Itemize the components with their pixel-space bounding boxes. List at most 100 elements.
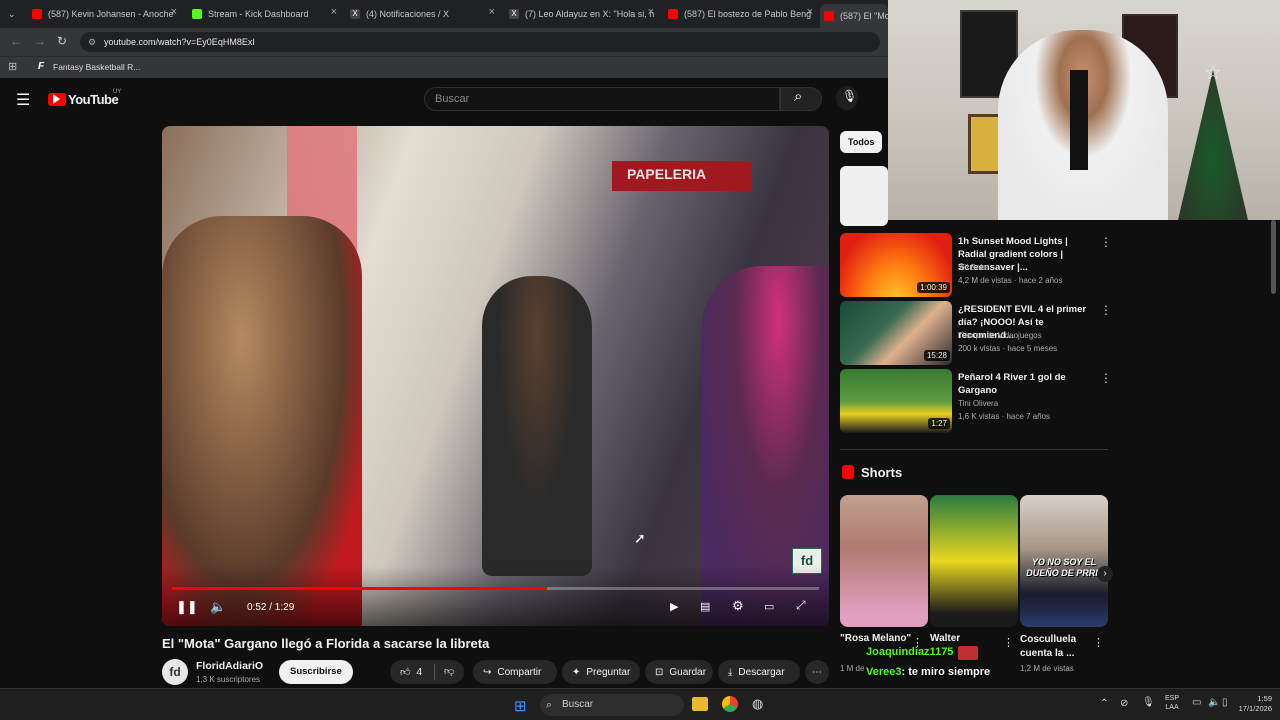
share-icon: ↪ [483,666,492,678]
more-vertical-icon[interactable]: ⋮ [1100,371,1112,385]
browser-tab-6-active[interactable]: (587) El "Mot [820,4,888,28]
more-horizontal-icon: ⋯ [812,666,822,678]
ask-button[interactable]: ✦ Preguntar [562,660,640,684]
app-icon[interactable]: ◍ [752,696,763,712]
save-button[interactable]: ⊡ Guardar [645,660,713,684]
download-button[interactable]: ⤓ Descargar [718,660,800,684]
video-frame-person-center [482,276,592,576]
christmas-tree [1178,70,1248,220]
like-dislike-group: 👍︎ 4 👎︎ [390,660,464,684]
channel-name[interactable]: FloridAdiariO [196,660,263,672]
browser-tab-2[interactable]: Stream - Kick Dashboard × [192,4,337,24]
microphone-icon: 🎙 [842,89,858,103]
browser-tab-3[interactable]: X (4) Notificaciones / X × [350,4,495,24]
pause-icon[interactable]: ❚❚ [176,599,198,615]
chrome-icon[interactable] [722,696,738,712]
shorts-next-button[interactable]: › [1097,566,1113,582]
chip-todos[interactable]: Todos [840,131,883,153]
forward-icon[interactable]: → [34,34,46,48]
time-display: 0:52 / 1:29 [247,602,295,613]
video-frame-papeleria: PAPELERIA [627,166,707,182]
more-actions-button[interactable]: ⋯ [805,660,829,684]
apps-grid-icon[interactable]: ⊞ [8,60,17,73]
settings-icon[interactable]: ⚙ [732,598,744,614]
close-tab-icon[interactable]: × [171,6,177,18]
rec-thumbnail-partial[interactable] [840,166,888,226]
battery-icon[interactable]: ▯ [1222,697,1228,708]
rec-video-3[interactable]: 1:27 Peñarol 4 River 1 gol de Gargano Ti… [840,369,1112,433]
chat-user-1: Joaquindiaz1175 [866,646,954,658]
like-icon[interactable]: 👍︎ [400,666,410,678]
more-vertical-icon[interactable]: ⋮ [1093,636,1104,649]
rec-video-1[interactable]: 1:00:39 1h Sunset Mood Lights | Radial g… [840,233,1112,297]
microphone-arm [1070,70,1088,170]
close-tab-icon[interactable]: × [489,6,495,18]
rec-channel: Tiempo de Videojuegos [958,331,1042,340]
short-3[interactable]: YO NO SOY EL DUEÑO DE PRRR [1020,495,1108,627]
file-explorer-icon[interactable] [692,697,708,711]
rec-title: Peñarol 4 River 1 gol de Gargano [958,372,1066,396]
short-2[interactable] [930,495,1018,627]
rec-stats: 200 k vistas · hace 5 meses [958,344,1058,353]
rec-channel: Tini Olivera [958,399,999,408]
youtube-icon [824,11,834,21]
youtube-icon [32,9,42,19]
tray-chevron-icon[interactable]: ⌃ [1100,698,1108,709]
shorts-heading: Shorts [861,465,903,480]
short-1-title: "Rosa Melano" [840,633,912,644]
progress-bar[interactable] [172,587,819,590]
tab-list-chevron-icon[interactable]: ⌄ [8,4,22,24]
autoplay-toggle-icon[interactable]: ▶ [670,600,678,613]
browser-tab-4[interactable]: X (7) Leo Aldayuz en X: "Hola si, n × [509,4,654,24]
chat-emote [958,646,978,660]
search-input[interactable]: Buscar [424,87,780,111]
short-1-views: 1 M de [840,664,865,673]
rec-stats: 4,2 M de vistas · hace 2 años [958,276,1063,285]
rec-channel: Yill Bake [958,263,989,272]
theater-mode-icon[interactable]: ▭ [764,600,774,613]
mouse-cursor-icon: ➚ [634,530,646,546]
close-tab-icon[interactable]: × [331,6,337,18]
dislike-icon[interactable]: 👎︎ [444,665,454,677]
short-3-views: 1,2 M de vistas [1020,664,1074,673]
more-vertical-icon[interactable]: ⋮ [1100,303,1112,317]
clock[interactable]: 1:59 17/1/2026 [1232,694,1272,714]
video-player[interactable]: PAPELERIA fd ❚❚ 🔈 0:52 / 1:29 ▶ ▤ ⚙ ▭ ⤢ [162,126,829,626]
page-scrollbar[interactable] [1271,220,1276,294]
short-3-title: Cosculluela cuenta la ... [1020,634,1077,659]
youtube-wordmark: YouTube [68,92,119,107]
language-indicator[interactable]: ESP LAA [1165,694,1179,712]
close-tab-icon[interactable]: × [807,6,813,18]
address-bar-row: ← → ↻ ⚙ youtube.com/watch?v=Ey0EqHM8ExI [0,28,888,56]
url-input[interactable]: ⚙ youtube.com/watch?v=Ey0EqHM8ExI [80,32,880,52]
more-vertical-icon[interactable]: ⋮ [1100,235,1112,249]
subtitles-icon[interactable]: ▤ [700,600,710,613]
network-off-icon[interactable]: ⊘ [1120,698,1128,709]
volume-icon[interactable]: 🔈 [210,599,226,615]
short-1[interactable] [840,495,928,627]
rec-video-2[interactable]: 15:28 ¿RESIDENT EVIL 4 el primer día? ¡N… [840,301,1112,365]
menu-icon[interactable]: ☰ [16,90,30,110]
back-icon[interactable]: ← [10,34,22,48]
channel-avatar[interactable]: fd [162,659,188,685]
display-icon[interactable]: ▭ [1192,697,1201,708]
close-tab-icon[interactable]: × [648,6,654,18]
mic-tray-icon[interactable]: 🎙 [1142,697,1155,708]
subscribe-button[interactable]: Suscribirse [279,660,353,684]
volume-icon[interactable]: 🔈 [1208,697,1220,708]
video-frame-person-left [162,216,362,626]
more-vertical-icon[interactable]: ⋮ [1003,636,1014,649]
play-logo-icon [53,94,60,104]
windows-start-icon[interactable]: ⊞ [514,697,527,715]
share-button[interactable]: ↪ Compartir [473,660,557,684]
reload-icon[interactable]: ↻ [57,34,67,48]
youtube-icon [668,9,678,19]
fullscreen-icon[interactable]: ⤢ [796,598,806,613]
site-info-icon[interactable]: ⚙ [88,32,96,52]
taskbar-search-input[interactable]: ⌕ Buscar [540,694,684,716]
browser-tab-5[interactable]: (587) El bostezo de Pablo Beng × [668,4,813,24]
rec-duration: 1:00:39 [917,282,950,293]
bookmark-fantasy[interactable]: Fantasy Basketball R... [53,62,140,72]
video-title: El "Mota" Gargano llegó a Florida a saca… [162,636,490,651]
browser-tab-1[interactable]: (587) Kevin Johansen - Anoche × [32,4,177,24]
